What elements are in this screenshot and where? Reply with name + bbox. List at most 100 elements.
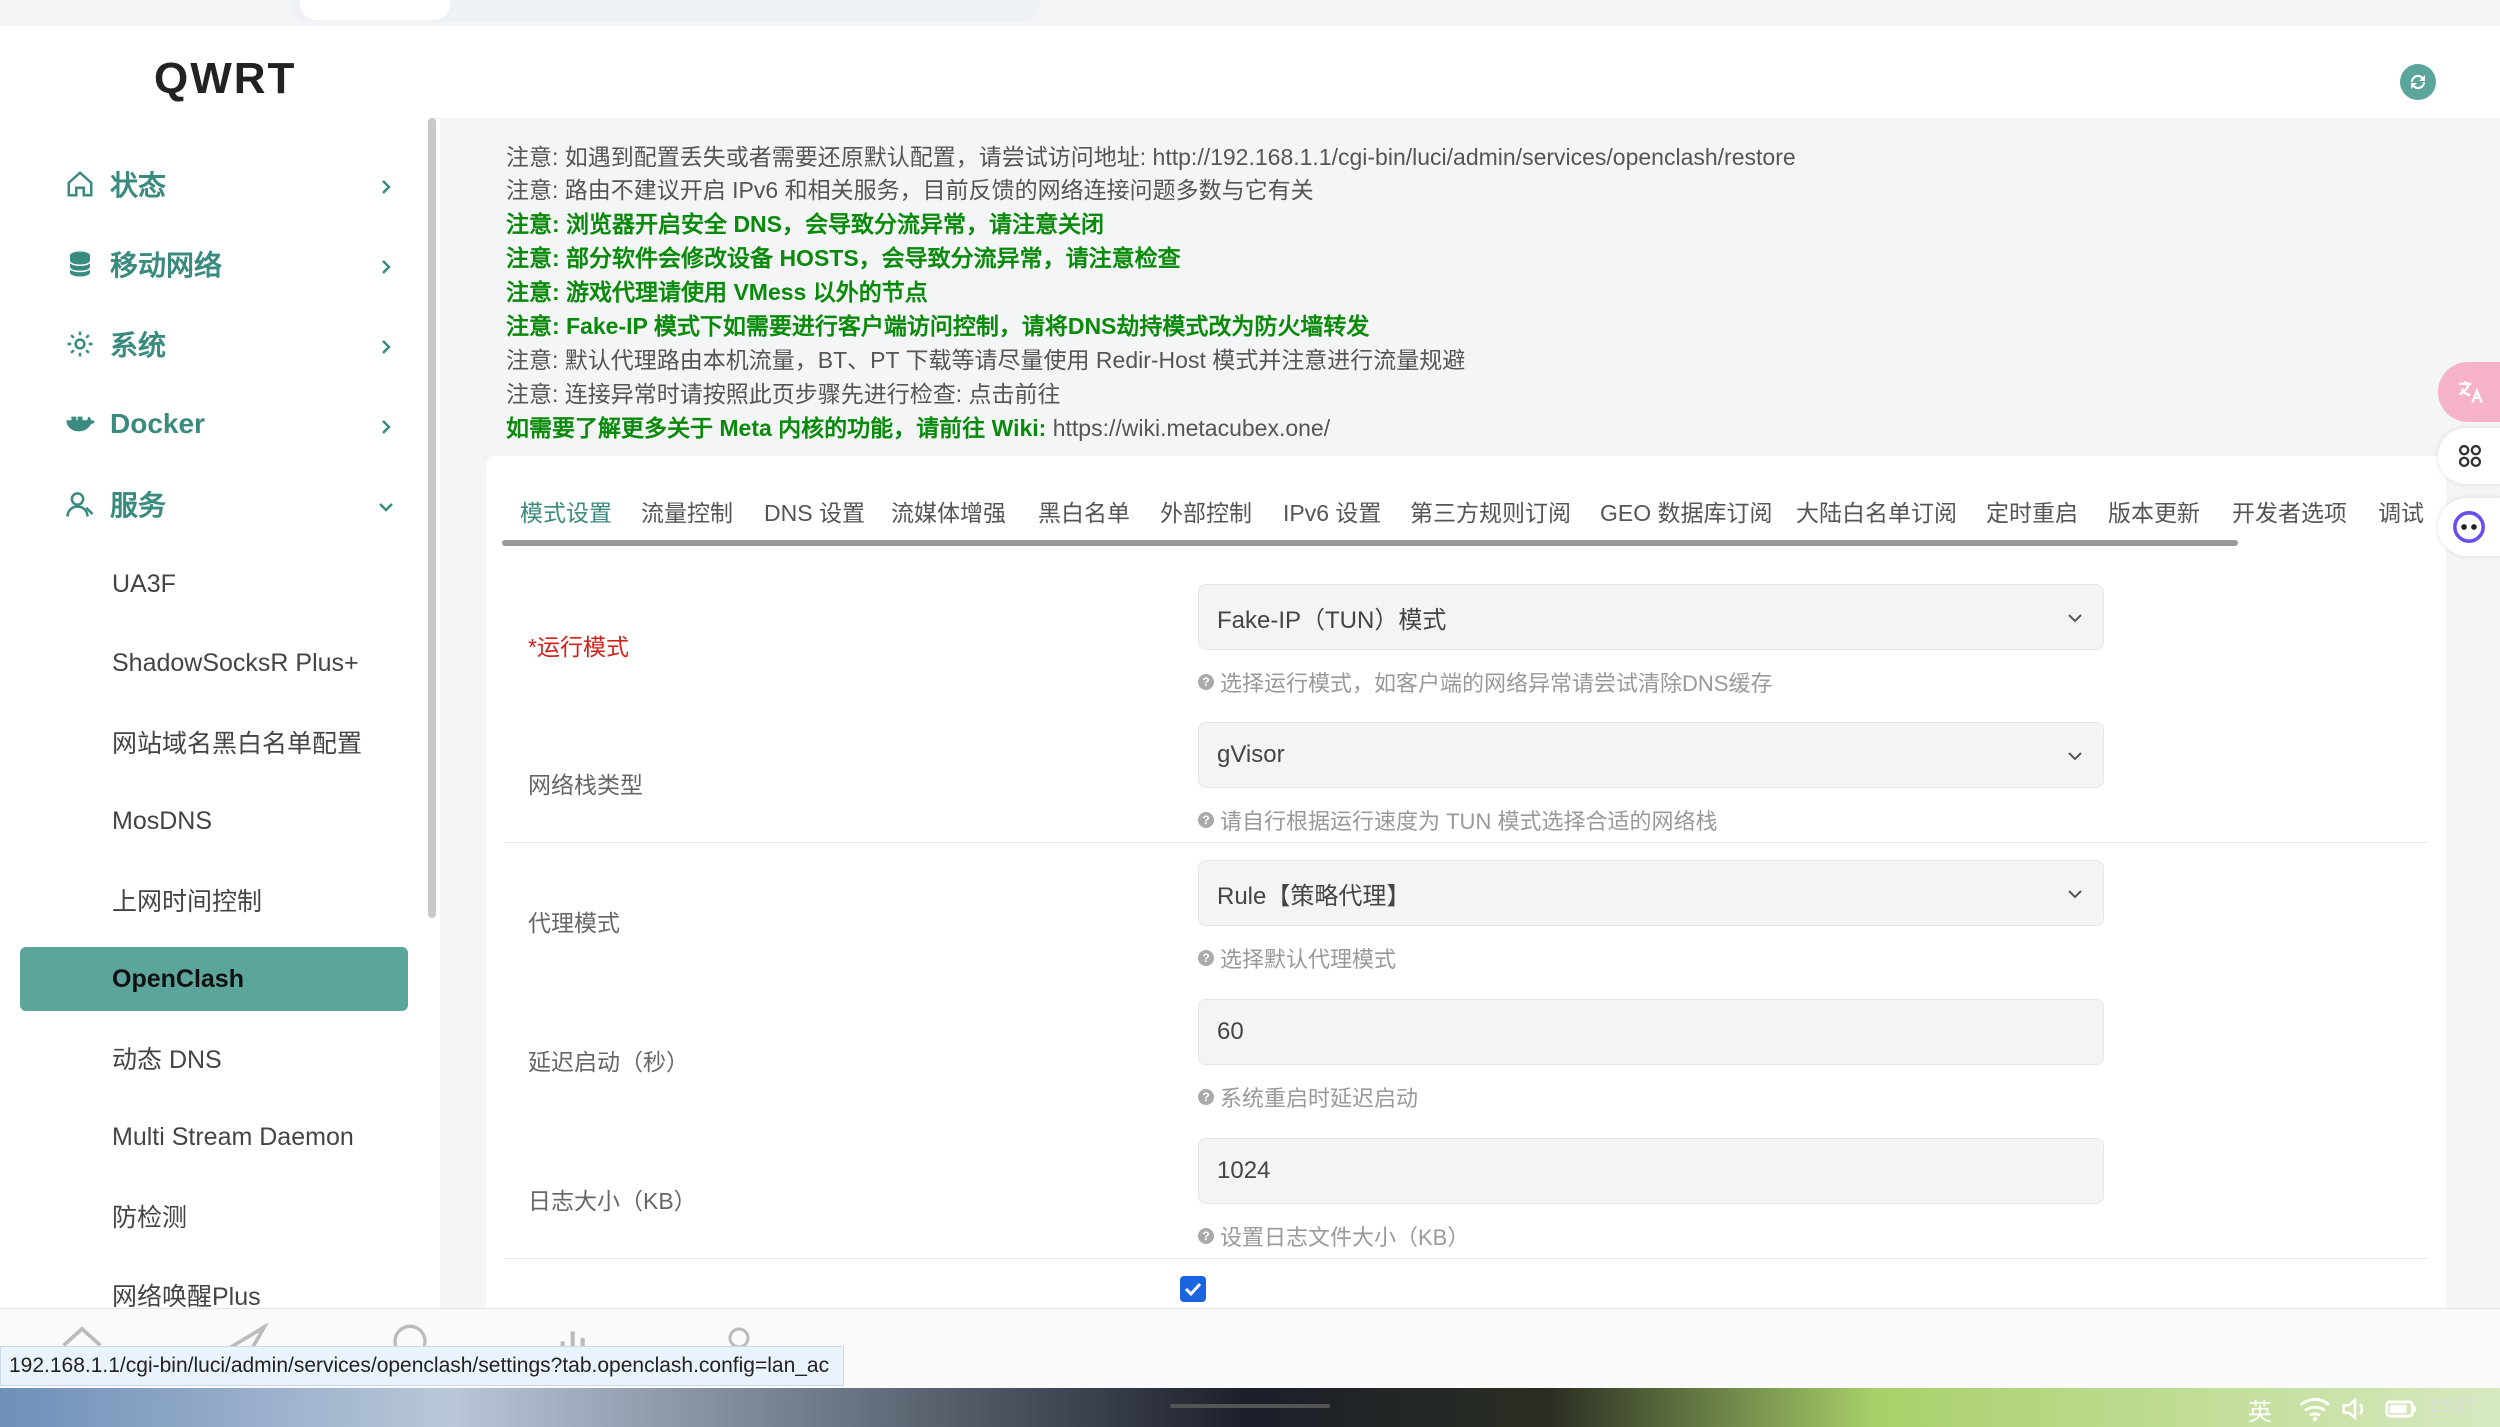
notice-hosts: 注意: 部分软件会修改设备 HOSTS，会导致分流异常，请注意检查 bbox=[506, 245, 1181, 271]
tab-debug[interactable]: 调试 bbox=[2378, 494, 2424, 528]
sidebar-item-label: 服务 bbox=[110, 490, 167, 521]
sidebar-subitem-label: 上网时间控制 bbox=[112, 888, 263, 916]
delay-start-input[interactable]: 60 bbox=[1198, 999, 2104, 1065]
database-icon bbox=[60, 244, 100, 284]
stack-type-select[interactable]: gVisor bbox=[1198, 722, 2104, 788]
run-mode-hint-text: 选择运行模式，如客户端的网络异常请尝试清除DNS缓存 bbox=[1220, 671, 1773, 696]
sidebar-item-status[interactable]: 状态 bbox=[20, 152, 408, 216]
sidebar-subitem-label: OpenClash bbox=[112, 964, 244, 993]
assistant-widget[interactable] bbox=[2438, 498, 2500, 556]
run-mode-value: Fake-IP（TUN）模式 bbox=[1217, 606, 1447, 634]
tab-scheduled-restart[interactable]: 定时重启 bbox=[1986, 494, 2078, 528]
ime-indicator[interactable]: 英 bbox=[2248, 1392, 2272, 1427]
sidebar-subitem-label: UA3F bbox=[112, 569, 176, 598]
wifi-icon[interactable] bbox=[2298, 1396, 2332, 1422]
home-icon bbox=[60, 164, 100, 204]
help-icon: ? bbox=[1198, 812, 1214, 828]
notice-fake-ip: 注意: Fake-IP 模式下如需要进行客户端访问控制，请将DNS劫持模式改为防… bbox=[506, 313, 1370, 339]
sidebar-subitem-ddns[interactable]: 动态 DNS bbox=[20, 1026, 408, 1090]
notice-default-proxy: 注意: 默认代理路由本机流量，BT、PT 下载等请尽量使用 Redir-Host… bbox=[506, 347, 1466, 373]
sidebar-item-label: 状态 bbox=[110, 170, 167, 201]
sidebar-item-label: 系统 bbox=[110, 330, 167, 361]
sidebar-subitem-mosdns[interactable]: MosDNS bbox=[20, 789, 408, 853]
tab-traffic-control[interactable]: 流量控制 bbox=[641, 494, 733, 528]
sidebar-subitem-domain-list[interactable]: 网站域名黑白名单配置 bbox=[20, 710, 408, 774]
stack-type-value: gVisor bbox=[1217, 741, 1285, 768]
proxy-mode-label: 代理模式 bbox=[528, 910, 620, 936]
chevron-down-icon bbox=[2065, 607, 2085, 635]
notice-secure-dns: 注意: 浏览器开启安全 DNS，会导致分流异常，请注意关闭 bbox=[506, 211, 1104, 237]
chevron-down-icon bbox=[2065, 745, 2085, 773]
tab-china-whitelist[interactable]: 大陆白名单订阅 bbox=[1796, 494, 1957, 528]
sidebar-subitem-anti-detect[interactable]: 防检测 bbox=[20, 1184, 408, 1248]
tab-third-party-rules[interactable]: 第三方规则订阅 bbox=[1410, 494, 1571, 528]
apps-widget[interactable] bbox=[2438, 428, 2500, 484]
sidebar-subitem-label: MosDNS bbox=[112, 806, 213, 835]
browser-active-tab[interactable] bbox=[300, 0, 450, 20]
enable-checkbox[interactable] bbox=[1180, 1276, 1206, 1302]
sidebar-item-mobile-network[interactable]: 移动网络 bbox=[20, 232, 408, 296]
sidebar-subitem-openclash[interactable]: OpenClash bbox=[20, 947, 408, 1011]
notice-check-link[interactable]: 注意: 连接异常时请按照此页步骤先进行检查: 点击前往 bbox=[506, 375, 1061, 409]
translate-widget[interactable] bbox=[2438, 362, 2500, 422]
log-size-label: 日志大小（KB） bbox=[528, 1188, 697, 1214]
delay-start-value: 60 bbox=[1217, 1018, 1244, 1045]
sidebar-subitem-ssr-plus[interactable]: ShadowSocksR Plus+ bbox=[20, 631, 408, 695]
tab-ipv6-settings[interactable]: IPv6 设置 bbox=[1283, 494, 1381, 528]
user-icon bbox=[60, 484, 100, 524]
tab-streaming[interactable]: 流媒体增强 bbox=[891, 494, 1006, 528]
gear-icon bbox=[60, 324, 100, 364]
sidebar-subitem-label: Multi Stream Daemon bbox=[112, 1122, 354, 1151]
row-divider bbox=[504, 1258, 2428, 1259]
tab-dns-settings[interactable]: DNS 设置 bbox=[764, 494, 865, 528]
battery-icon[interactable] bbox=[2384, 1396, 2418, 1422]
settings-card: 模式设置 流量控制 DNS 设置 流媒体增强 黑白名单 外部控制 IPv6 设置… bbox=[486, 456, 2446, 1316]
sidebar-subitem-time-control[interactable]: 上网时间控制 bbox=[20, 868, 408, 932]
sidebar-item-docker[interactable]: Docker bbox=[20, 392, 408, 456]
refresh-icon[interactable] bbox=[2400, 64, 2436, 100]
tab-black-white-list[interactable]: 黑白名单 bbox=[1038, 494, 1130, 528]
notice-ipv6: 注意: 路由不建议开启 IPv6 和相关服务，目前反馈的网络连接问题多数与它有关 bbox=[506, 177, 1314, 203]
help-icon: ? bbox=[1198, 1228, 1214, 1244]
clock[interactable]: 23:57 bbox=[2430, 1396, 2475, 1417]
log-size-input[interactable]: 1024 bbox=[1198, 1138, 2104, 1204]
sidebar-item-system[interactable]: 系统 bbox=[20, 312, 408, 376]
chevron-right-icon bbox=[376, 332, 396, 364]
chevron-down-icon bbox=[376, 492, 396, 524]
sidebar-subitem-ua3f[interactable]: UA3F bbox=[20, 552, 408, 616]
status-bar-url: 192.168.1.1/cgi-bin/luci/admin/services/… bbox=[0, 1346, 845, 1386]
help-icon: ? bbox=[1198, 1089, 1214, 1105]
volume-icon[interactable] bbox=[2340, 1396, 2370, 1422]
wiki-link[interactable]: https://wiki.metacubex.one/ bbox=[1053, 415, 1330, 441]
sidebar-scrollbar[interactable] bbox=[428, 118, 436, 918]
sidebar-subitem-label: 网站域名黑白名单配置 bbox=[112, 730, 363, 758]
help-icon: ? bbox=[1198, 674, 1214, 690]
tab-developer-options[interactable]: 开发者选项 bbox=[2232, 494, 2347, 528]
sidebar-item-label: Docker bbox=[110, 408, 205, 439]
log-size-hint-text: 设置日志文件大小（KB） bbox=[1220, 1225, 1470, 1250]
docker-icon bbox=[60, 404, 100, 444]
sidebar-subitem-multi-stream[interactable]: Multi Stream Daemon bbox=[20, 1105, 408, 1169]
brand-logo-text[interactable]: QWRT bbox=[154, 54, 296, 104]
tab-geo-database[interactable]: GEO 数据库订阅 bbox=[1600, 494, 1773, 528]
proxy-mode-value: Rule【策略代理】 bbox=[1217, 882, 1411, 910]
sidebar-item-label: 移动网络 bbox=[110, 250, 223, 281]
run-mode-select[interactable]: Fake-IP（TUN）模式 bbox=[1198, 584, 2104, 650]
sidebar-item-services[interactable]: 服务 bbox=[20, 472, 408, 536]
tab-version-update[interactable]: 版本更新 bbox=[2108, 494, 2200, 528]
tab-external-control[interactable]: 外部控制 bbox=[1160, 494, 1252, 528]
app-header: QWRT bbox=[0, 26, 2500, 119]
proxy-mode-hint: ? 选择默认代理模式 bbox=[1198, 942, 1396, 974]
chevron-down-icon bbox=[2065, 883, 2085, 911]
sidebar-subitem-label: 防检测 bbox=[112, 1204, 188, 1232]
chevron-right-icon bbox=[376, 252, 396, 284]
home-indicator[interactable] bbox=[1170, 1404, 1330, 1408]
stack-type-hint-text: 请自行根据运行速度为 TUN 模式选择合适的网络栈 bbox=[1220, 809, 1718, 834]
browser-top-strip bbox=[0, 0, 2500, 27]
proxy-mode-select[interactable]: Rule【策略代理】 bbox=[1198, 860, 2104, 926]
help-icon: ? bbox=[1198, 950, 1214, 966]
tabs-scrollbar[interactable] bbox=[502, 540, 2238, 546]
delay-start-hint-text: 系统重启时延迟启动 bbox=[1220, 1086, 1419, 1111]
chevron-right-icon bbox=[376, 412, 396, 444]
tab-mode-settings[interactable]: 模式设置 bbox=[520, 494, 612, 528]
